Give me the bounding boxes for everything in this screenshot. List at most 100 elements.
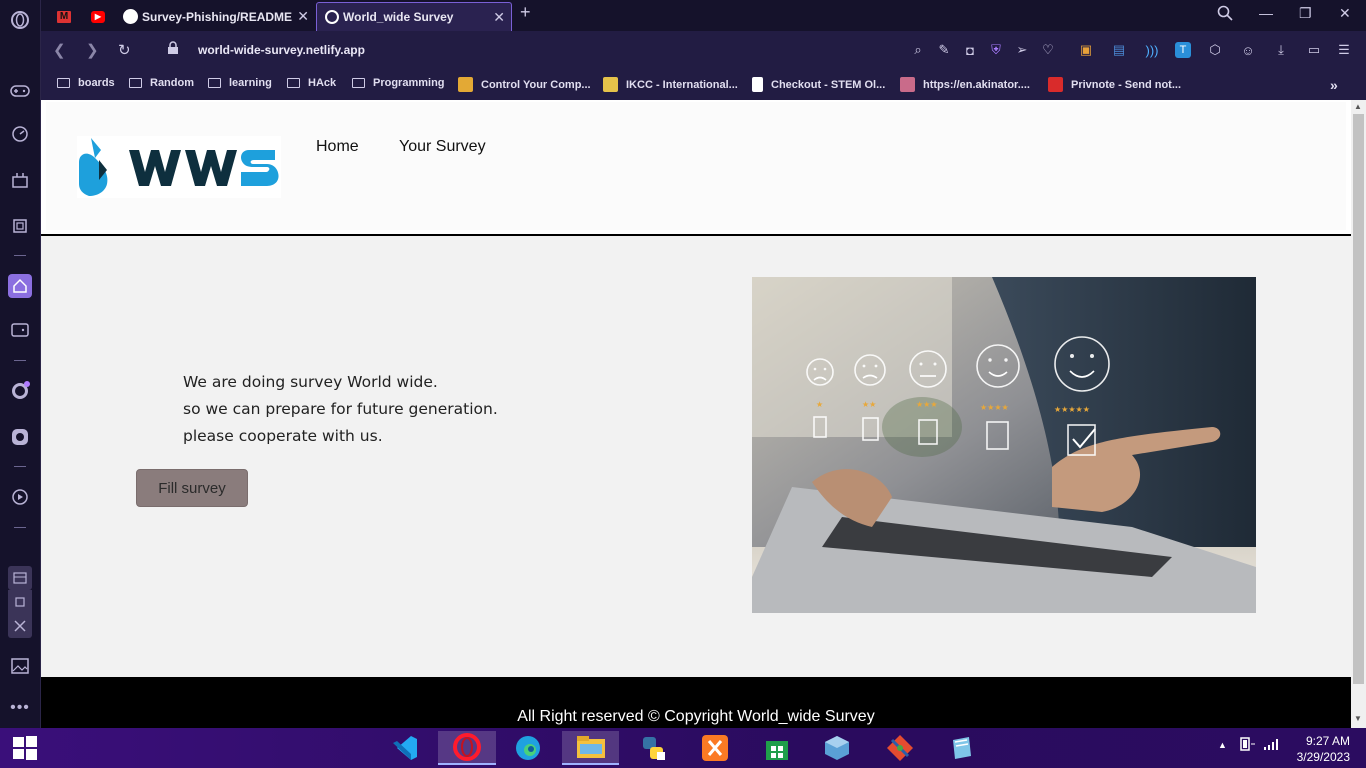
footer-copyright: All Right reserved © Copyright World_wid… — [517, 708, 875, 725]
virtualbox-icon[interactable] — [820, 731, 854, 765]
more-bookmarks-icon[interactable]: » — [1330, 77, 1338, 93]
scroll-down-icon[interactable]: ▼ — [1354, 714, 1362, 723]
speed-dial-icon[interactable] — [8, 122, 32, 146]
new-tab-icon[interactable]: + — [520, 2, 531, 23]
svg-text:★★: ★★ — [862, 400, 876, 409]
folder-icon — [287, 78, 300, 88]
bookmark-ikcc[interactable]: IKCC - International... — [603, 77, 738, 92]
sidebar-divider — [14, 255, 26, 256]
youtube-icon: ▶ — [91, 10, 105, 23]
folder-icon — [57, 78, 70, 88]
bookmark-hack[interactable]: HAck — [287, 77, 336, 89]
extension-icon[interactable]: ))) — [1144, 42, 1160, 58]
back-icon[interactable]: ❮ — [53, 41, 66, 59]
tab-youtube[interactable]: ▶ — [83, 2, 113, 31]
game-icon[interactable] — [8, 318, 32, 342]
svg-text:★★★★: ★★★★ — [980, 403, 1009, 412]
player-icon[interactable] — [8, 485, 32, 509]
scroll-up-icon[interactable]: ▲ — [1354, 102, 1362, 111]
scroll-thumb[interactable] — [1353, 114, 1364, 684]
vpn-shield-icon[interactable]: ⛨ — [988, 42, 1004, 58]
page-viewport: Home Your Survey We are doing survey Wor… — [41, 100, 1351, 728]
nav-home[interactable]: Home — [316, 138, 359, 156]
bookmark-favicon — [1048, 77, 1063, 92]
windows-start-icon[interactable] — [8, 731, 42, 765]
instagram-icon[interactable] — [8, 425, 32, 449]
battery-icon[interactable]: ▭ — [1306, 42, 1322, 58]
tray-expand-icon[interactable]: ▲ — [1218, 740, 1227, 750]
minimize-icon[interactable]: — — [1259, 5, 1273, 21]
gallery-icon[interactable] — [8, 654, 32, 678]
cpu-icon[interactable] — [8, 214, 32, 238]
extension-icon[interactable]: ▣ — [1078, 42, 1094, 58]
cube-icon[interactable]: ⬡ — [1207, 42, 1223, 58]
close-window-icon[interactable]: ✕ — [1339, 5, 1351, 22]
tab-bar: M ▶ Survey-Phishing/README.m ✕ World_wid… — [41, 0, 1366, 31]
browser-sidebar: ••• — [0, 0, 41, 728]
python-icon[interactable] — [636, 731, 670, 765]
memory-icon[interactable] — [8, 566, 32, 590]
search-tabs-icon[interactable] — [1217, 5, 1233, 24]
bookmark-akinator[interactable]: https://en.akinator.... — [900, 77, 1030, 92]
menu-icon[interactable]: ☰ — [1336, 42, 1352, 58]
wifi-tray-icon[interactable] — [1262, 734, 1280, 755]
camera-icon[interactable]: ◘ — [962, 42, 978, 58]
nav-your-survey[interactable]: Your Survey — [399, 138, 486, 156]
download-icon[interactable]: ⤓ — [1273, 42, 1289, 58]
ms-store-icon[interactable] — [760, 731, 794, 765]
bookmark-random[interactable]: Random — [129, 77, 194, 89]
network-icon[interactable] — [8, 614, 32, 638]
share-icon[interactable]: ✎ — [936, 42, 952, 58]
bookmark-programming[interactable]: Programming — [352, 77, 445, 89]
bookmark-privnote[interactable]: Privnote - Send not... — [1048, 77, 1181, 92]
forward-icon[interactable]: ❯ — [86, 41, 99, 59]
lock-icon[interactable] — [167, 41, 179, 58]
file-explorer-icon[interactable] — [562, 731, 619, 765]
address-bar: ❮ ❯ ↻ world-wide-survey.netlify.app ⌕ ✎ … — [41, 31, 1366, 70]
hero-text: We are doing survey World wide. so we ca… — [183, 369, 498, 450]
translate-icon[interactable]: T — [1175, 42, 1191, 58]
whatsapp-icon[interactable] — [8, 379, 32, 403]
vscode-icon[interactable] — [388, 731, 422, 765]
bookmark-label: IKCC - International... — [626, 78, 738, 91]
site-footer: All Right reserved © Copyright World_wid… — [41, 677, 1351, 728]
svg-text:★★★★★: ★★★★★ — [1054, 405, 1090, 414]
edge-icon[interactable] — [511, 731, 545, 765]
close-tab-icon[interactable]: ✕ — [493, 9, 505, 26]
clock-time: 9:27 AM — [1305, 734, 1350, 748]
more-icon[interactable]: ••• — [8, 696, 32, 720]
xampp-icon[interactable] — [698, 731, 732, 765]
taskbar-clock[interactable]: 9:27 AM 3/29/2023 — [1297, 733, 1350, 765]
url-input[interactable]: world-wide-survey.netlify.app — [198, 43, 365, 57]
gmail-icon: M — [57, 10, 71, 23]
svg-text:★: ★ — [816, 400, 823, 409]
bookmark-control[interactable]: Control Your Comp... — [458, 77, 591, 92]
opera-taskbar-icon[interactable] — [438, 731, 496, 765]
send-icon[interactable]: ➢ — [1014, 42, 1030, 58]
wws-logo[interactable] — [77, 136, 281, 198]
extension-icon[interactable]: ▤ — [1111, 42, 1127, 58]
restore-icon[interactable]: ❐ — [1299, 5, 1312, 22]
close-tab-icon[interactable]: ✕ — [297, 8, 309, 25]
profile-icon[interactable]: ☺ — [1240, 42, 1256, 58]
zoom-icon[interactable]: ⌕ — [910, 42, 926, 58]
battery-tray-icon[interactable] — [1238, 734, 1256, 755]
notepad-icon[interactable] — [944, 731, 978, 765]
gamepad-icon[interactable] — [8, 79, 32, 103]
git-icon[interactable] — [883, 731, 917, 765]
tab-github[interactable]: Survey-Phishing/README.m ✕ — [115, 2, 315, 31]
reload-icon[interactable]: ↻ — [118, 41, 131, 59]
heart-icon[interactable]: ♡ — [1040, 42, 1056, 58]
tab-world-wide-survey[interactable]: World_wide Survey ✕ — [316, 2, 512, 31]
bookmark-boards[interactable]: boards — [57, 77, 115, 89]
fill-survey-button[interactable]: Fill survey — [136, 469, 248, 507]
home-icon[interactable] — [8, 274, 32, 298]
bookmark-label: boards — [78, 77, 115, 89]
tab-gmail[interactable]: M — [49, 2, 79, 31]
bookmark-learning[interactable]: learning — [208, 77, 272, 89]
chip-icon[interactable] — [8, 590, 32, 614]
bookmark-checkout[interactable]: Checkout - STEM Ol... — [752, 77, 885, 92]
page-scrollbar[interactable]: ▲ ▼ — [1351, 100, 1366, 728]
control-icon[interactable] — [8, 168, 32, 192]
opera-logo-icon[interactable] — [8, 8, 32, 32]
